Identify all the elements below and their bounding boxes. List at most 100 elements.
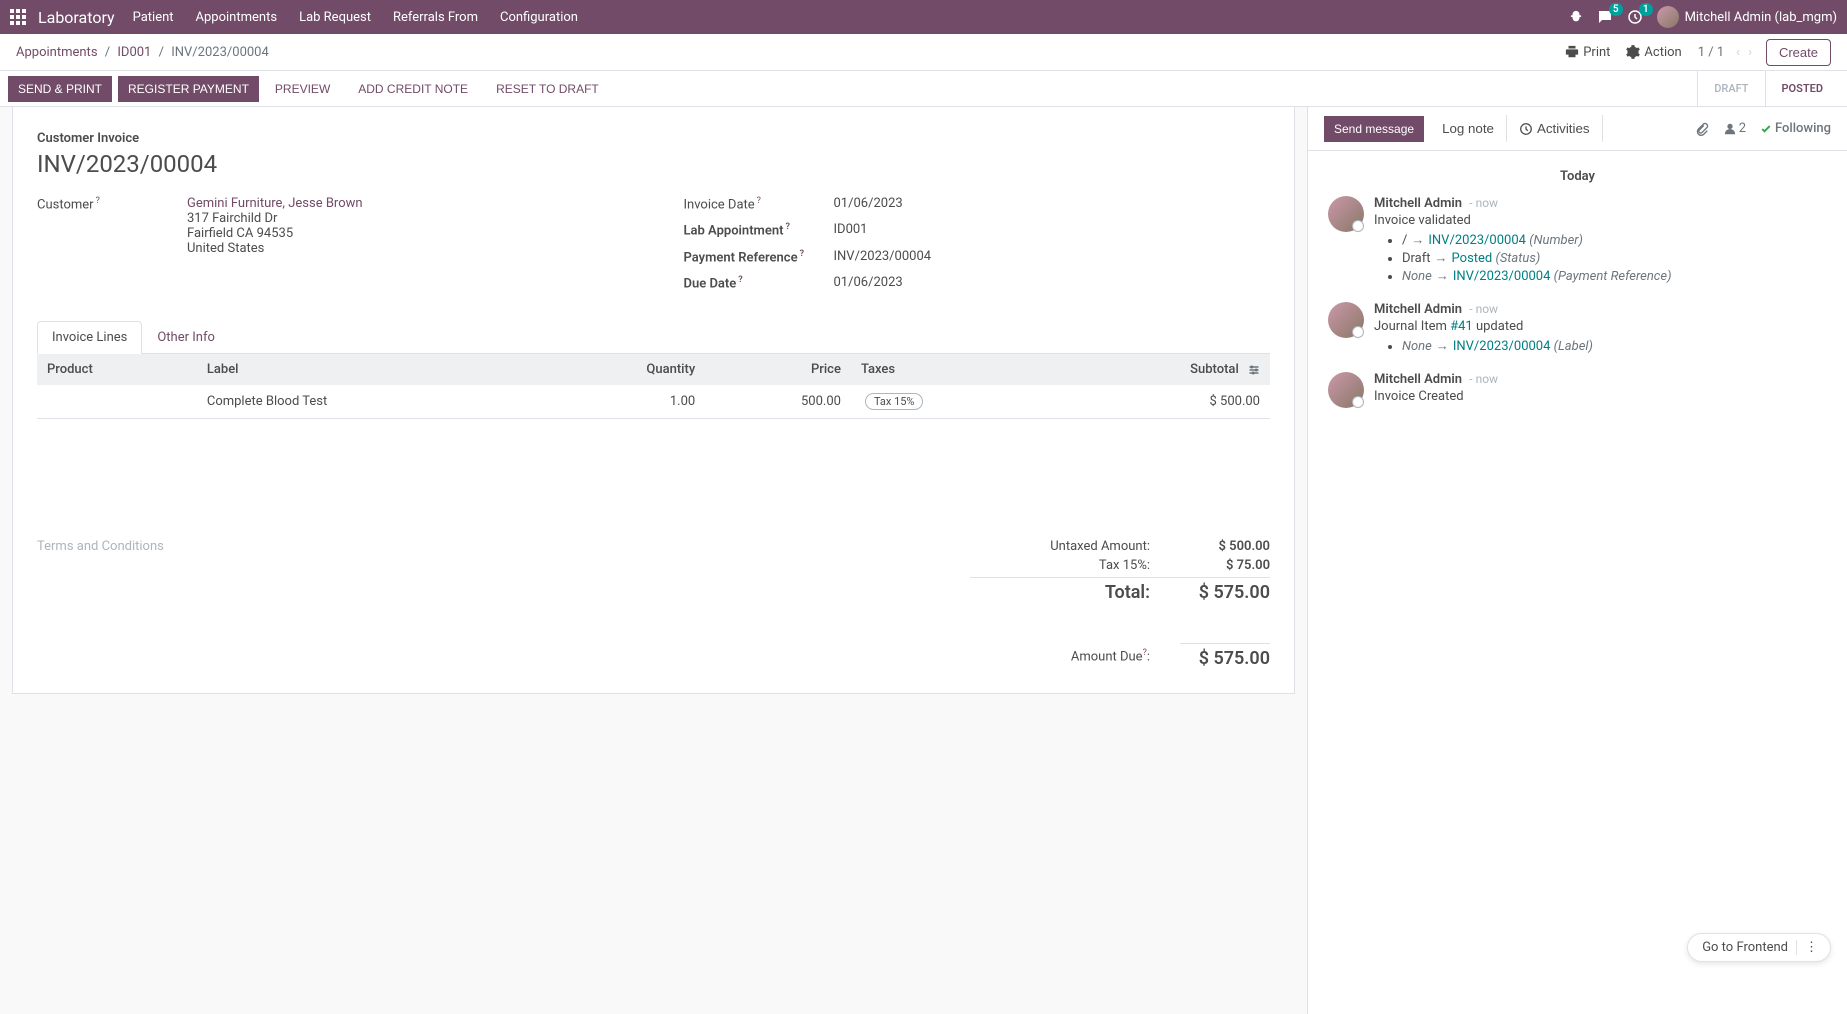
nav-configuration[interactable]: Configuration (500, 10, 578, 25)
nav-appointments[interactable]: Appointments (196, 10, 278, 25)
message: Mitchell Admin - now Invoice Created (1328, 372, 1827, 408)
msg-text: Invoice Created (1374, 389, 1827, 404)
total-value: $ 575.00 (1180, 582, 1270, 603)
amount-due-value: $ 575.00 (1180, 643, 1270, 669)
messages-icon[interactable]: 5 (1597, 9, 1613, 25)
invoice-date-label: Invoice Date? (684, 196, 834, 212)
status-tabs: DRAFT POSTED (1697, 71, 1839, 106)
totals: Untaxed Amount: $ 500.00 Tax 15%: $ 75.0… (970, 539, 1270, 669)
activities-badge: 1 (1639, 3, 1653, 16)
invoice-date-value[interactable]: 01/06/2023 (834, 196, 1271, 212)
register-payment-button[interactable]: REGISTER PAYMENT (118, 76, 259, 102)
invoice-lines-table: Product Label Quantity Price Taxes Subto… (37, 354, 1270, 459)
customer-address3: United States (187, 241, 624, 256)
messages-badge: 5 (1609, 3, 1623, 16)
msg-time: - now (1469, 372, 1498, 386)
invoice-subtitle: Customer Invoice (37, 131, 1270, 146)
th-quantity[interactable]: Quantity (538, 354, 705, 385)
cell-quantity[interactable]: 1.00 (538, 385, 705, 419)
status-draft[interactable]: DRAFT (1697, 71, 1764, 106)
change-item: /→INV/2023/00004 (Number) (1402, 232, 1827, 248)
th-taxes[interactable]: Taxes (851, 354, 1052, 385)
more-icon[interactable]: ⋮ (1796, 940, 1826, 955)
app-title[interactable]: Laboratory (38, 8, 115, 27)
print-button[interactable]: Print (1565, 45, 1610, 60)
activities-icon[interactable]: 1 (1627, 9, 1643, 25)
tabs: Invoice Lines Other Info (37, 321, 1270, 354)
msg-text: Invoice validated (1374, 213, 1827, 228)
apps-icon[interactable] (10, 9, 26, 25)
nav-referrals[interactable]: Referrals From (393, 10, 478, 25)
msg-time: - now (1469, 196, 1498, 210)
preview-button[interactable]: PREVIEW (265, 76, 340, 102)
columns-settings-icon[interactable] (1248, 362, 1260, 377)
msg-text: Journal Item #41 updated (1374, 319, 1827, 334)
tab-invoice-lines[interactable]: Invoice Lines (37, 321, 142, 354)
change-item: Draft→Posted (Status) (1402, 250, 1827, 266)
avatar-icon (1328, 302, 1364, 338)
create-button[interactable]: Create (1766, 39, 1831, 66)
cell-subtotal[interactable]: $ 500.00 (1052, 385, 1270, 419)
followers-button[interactable]: 2 (1723, 121, 1746, 136)
cell-taxes[interactable]: Tax 15% (851, 385, 1052, 419)
msg-author[interactable]: Mitchell Admin (1374, 302, 1462, 317)
debug-icon[interactable] (1569, 10, 1583, 24)
untaxed-label: Untaxed Amount: (1000, 539, 1150, 554)
goto-frontend-button[interactable]: Go to Frontend ⋮ (1687, 933, 1831, 962)
top-nav: Laboratory Patient Appointments Lab Requ… (0, 0, 1847, 34)
cell-label[interactable]: Complete Blood Test (197, 385, 538, 419)
send-print-button[interactable]: SEND & PRINT (8, 76, 112, 102)
cell-product[interactable] (37, 385, 197, 419)
message: Mitchell Admin - now Journal Item #41 up… (1328, 302, 1827, 356)
attachments-icon[interactable] (1695, 122, 1709, 136)
lab-appointment-value[interactable]: ID001 (834, 222, 1271, 238)
payment-reference-label: Payment Reference? (684, 249, 834, 265)
th-product[interactable]: Product (37, 354, 197, 385)
tab-other-info[interactable]: Other Info (142, 321, 230, 354)
nav-patient[interactable]: Patient (133, 10, 174, 25)
breadcrumb-appointments[interactable]: Appointments (16, 45, 98, 60)
pager[interactable]: 1 / 1 (1698, 45, 1724, 60)
pager-prev-icon[interactable]: ‹ (1732, 45, 1744, 60)
avatar-icon (1657, 6, 1679, 28)
th-price[interactable]: Price (705, 354, 851, 385)
breadcrumb-current: INV/2023/00004 (171, 45, 269, 60)
message: Mitchell Admin - now Invoice validated /… (1328, 196, 1827, 286)
msg-time: - now (1469, 302, 1498, 316)
add-credit-note-button[interactable]: ADD CREDIT NOTE (348, 76, 478, 102)
activities-button[interactable]: Activities (1507, 115, 1603, 142)
status-posted[interactable]: POSTED (1765, 71, 1840, 106)
nav-lab-request[interactable]: Lab Request (299, 10, 371, 25)
following-button[interactable]: Following (1760, 121, 1831, 136)
total-label: Total: (1000, 582, 1150, 603)
th-label[interactable]: Label (197, 354, 538, 385)
tax-pill: Tax 15% (865, 393, 924, 410)
table-row[interactable]: Complete Blood Test 1.00 500.00 Tax 15% … (37, 385, 1270, 419)
msg-author[interactable]: Mitchell Admin (1374, 196, 1462, 211)
due-date-value[interactable]: 01/06/2023 (834, 275, 1271, 291)
msg-author[interactable]: Mitchell Admin (1374, 372, 1462, 387)
control-bar: Appointments / ID001 / INV/2023/00004 Pr… (0, 34, 1847, 71)
lab-appointment-label: Lab Appointment? (684, 222, 834, 238)
form-sheet: Customer Invoice INV/2023/00004 Customer… (12, 107, 1295, 694)
user-menu[interactable]: Mitchell Admin (lab_mgm) (1657, 6, 1837, 28)
th-subtotal[interactable]: Subtotal (1052, 354, 1270, 385)
invoice-number: INV/2023/00004 (37, 150, 1270, 178)
customer-label: Customer? (37, 196, 187, 256)
payment-reference-value[interactable]: INV/2023/00004 (834, 249, 1271, 265)
tax-label: Tax 15%: (1000, 558, 1150, 573)
log-note-button[interactable]: Log note (1430, 115, 1507, 142)
cell-price[interactable]: 500.00 (705, 385, 851, 419)
reset-to-draft-button[interactable]: RESET TO DRAFT (486, 76, 609, 102)
user-name: Mitchell Admin (lab_mgm) (1685, 10, 1837, 25)
terms-input[interactable]: Terms and Conditions (37, 539, 930, 669)
change-item: None→INV/2023/00004 (Payment Reference) (1402, 268, 1827, 284)
avatar-icon (1328, 372, 1364, 408)
breadcrumb-id001[interactable]: ID001 (117, 45, 151, 60)
avatar-icon (1328, 196, 1364, 232)
action-button[interactable]: Action (1626, 45, 1681, 60)
customer-link[interactable]: Gemini Furniture, Jesse Brown (187, 196, 624, 211)
send-message-button[interactable]: Send message (1324, 116, 1424, 142)
due-date-label: Due Date? (684, 275, 834, 291)
pager-next-icon[interactable]: › (1744, 45, 1756, 60)
